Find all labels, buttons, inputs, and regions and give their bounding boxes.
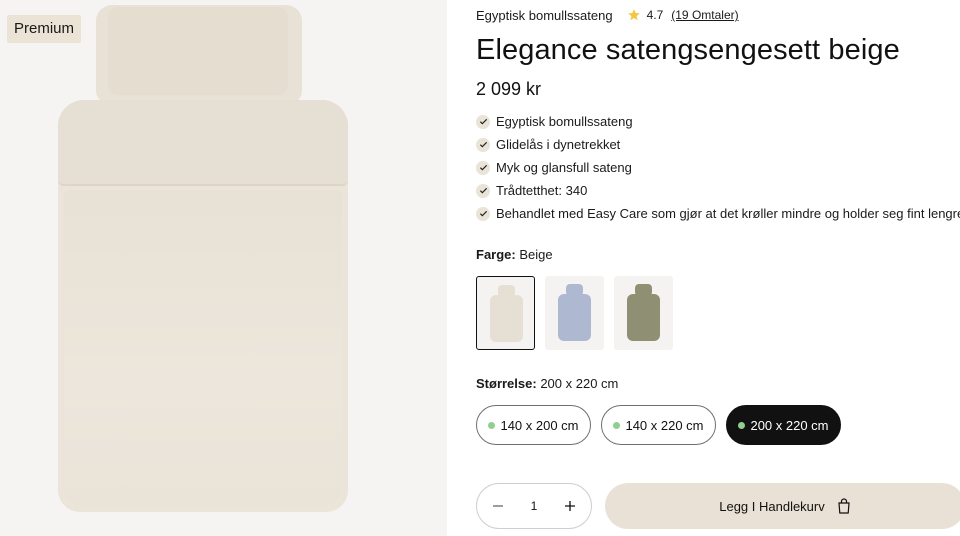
- size-label: Størrelse: 200 x 220 cm: [476, 376, 618, 391]
- quantity-value[interactable]: 1: [531, 499, 538, 513]
- swatch-beige[interactable]: [476, 276, 535, 350]
- product-image[interactable]: Premium: [0, 0, 447, 536]
- product-details: Egyptisk bomullssateng 4.7 (19 Omtaler) …: [476, 0, 960, 536]
- feature-text: Myk og glansfull sateng: [496, 160, 632, 175]
- feature-item: Glidelås i dynetrekket: [476, 133, 960, 156]
- swatch-duvet: [627, 294, 660, 341]
- minus-icon[interactable]: [489, 497, 507, 515]
- product-title: Elegance satengsengesett beige: [476, 34, 900, 66]
- rating-value: 4.7: [646, 8, 664, 22]
- swatch-duvet: [558, 294, 591, 341]
- feature-text: Glidelås i dynetrekket: [496, 137, 621, 152]
- size-option-200x220[interactable]: 200 x 220 cm: [726, 405, 841, 445]
- color-swatches: [476, 276, 673, 350]
- product-subtitle: Egyptisk bomullssateng: [476, 7, 613, 23]
- check-icon: [476, 183, 490, 198]
- add-to-cart-label: Legg I Handlekurv: [719, 498, 825, 514]
- star-icon: [627, 9, 640, 21]
- feature-item: Myk og glansfull sateng: [476, 156, 960, 179]
- in-stock-dot: [488, 421, 496, 429]
- check-icon: [476, 114, 490, 129]
- duvet-image-fold: [58, 100, 348, 186]
- color-label: Farge: Beige: [476, 247, 553, 262]
- feature-list: Egyptisk bomullssateng Glidelås i dynetr…: [476, 110, 960, 225]
- feature-item: Behandlet med Easy Care som gjør at det …: [476, 202, 960, 225]
- product-meta: Egyptisk bomullssateng 4.7 (19 Omtaler): [476, 6, 739, 24]
- premium-badge: Premium: [7, 15, 82, 43]
- product-price: 2 099 kr: [476, 79, 542, 99]
- duvet-image-body: [64, 190, 342, 506]
- size-option-140x200[interactable]: 140 x 200 cm: [476, 405, 591, 445]
- feature-text: Behandlet med Easy Care som gjør at det …: [496, 206, 960, 221]
- product-page: Premium Egyptisk bomullssateng 4.7 (19 O…: [0, 0, 960, 536]
- size-option-label: 200 x 220 cm: [750, 417, 829, 433]
- quantity-stepper: 1: [476, 483, 592, 529]
- reviews-link[interactable]: (19 Omtaler): [671, 8, 738, 22]
- feature-item: Egyptisk bomullssateng: [476, 110, 960, 133]
- size-option-label: 140 x 220 cm: [625, 417, 704, 433]
- swatch-duvet: [490, 295, 523, 342]
- pillow-image-inner: [108, 7, 288, 95]
- color-label-key: Farge:: [476, 247, 516, 262]
- size-label-key: Størrelse:: [476, 376, 537, 391]
- size-options: 140 x 200 cm 140 x 220 cm 200 x 220 cm: [476, 405, 841, 445]
- size-label-value: 200 x 220 cm: [540, 376, 619, 391]
- in-stock-dot: [738, 421, 746, 429]
- size-option-140x220[interactable]: 140 x 220 cm: [601, 405, 716, 445]
- feature-text: Trådtetthet: 340: [496, 183, 588, 198]
- swatch-blue[interactable]: [545, 276, 604, 350]
- shopping-bag-icon: [838, 498, 850, 514]
- check-icon: [476, 137, 490, 152]
- feature-item: Trådtetthet: 340: [476, 179, 960, 202]
- plus-icon[interactable]: [561, 497, 579, 515]
- check-icon: [476, 206, 490, 221]
- color-label-value: Beige: [519, 247, 553, 262]
- swatch-olive[interactable]: [614, 276, 673, 350]
- in-stock-dot: [613, 421, 621, 429]
- add-to-cart-button[interactable]: Legg I Handlekurv: [605, 483, 960, 529]
- feature-text: Egyptisk bomullssateng: [496, 114, 633, 129]
- check-icon: [476, 160, 490, 175]
- size-option-label: 140 x 200 cm: [500, 417, 579, 433]
